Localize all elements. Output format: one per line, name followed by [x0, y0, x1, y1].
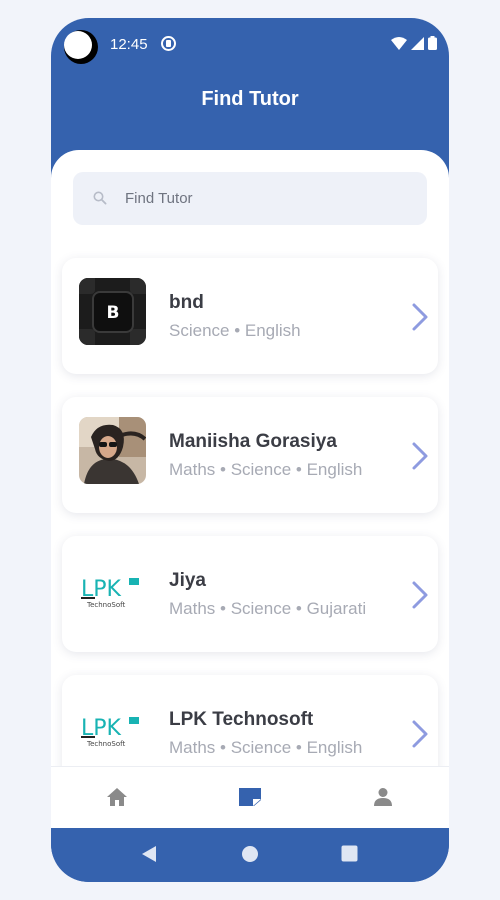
chevron-right-icon[interactable]: [410, 302, 430, 332]
profile-photo: [79, 417, 146, 484]
home-circle-icon[interactable]: [241, 845, 259, 863]
search-input[interactable]: [125, 172, 415, 225]
tutor-name: Maniisha Gorasiya: [169, 431, 337, 452]
camera-cutout: [64, 30, 98, 64]
nav-home[interactable]: [97, 777, 137, 817]
tutor-avatar: B: [79, 278, 146, 345]
svg-text:B: B: [107, 303, 120, 323]
nav-profile[interactable]: [363, 777, 403, 817]
search-bar[interactable]: [73, 172, 427, 225]
phone-frame: 12:45 Find Tutor Find Tutor B bnd Scienc…: [51, 18, 449, 882]
app-notification-icon: [161, 36, 176, 51]
tutor-avatar: LPK TechnoSoft: [79, 695, 146, 762]
main-content: B bnd Science • English: [51, 150, 449, 828]
tutor-card[interactable]: LPK TechnoSoft Jiya Maths • Science • Gu…: [62, 536, 438, 652]
nav-tutors[interactable]: [230, 777, 270, 817]
status-icons: [391, 36, 437, 50]
battery-icon: [428, 36, 437, 50]
chevron-right-icon[interactable]: [410, 719, 430, 749]
signal-icon: [411, 36, 424, 50]
tutor-name: LPK Technosoft: [169, 709, 314, 730]
tutor-card[interactable]: B bnd Science • English: [62, 258, 438, 374]
search-icon: [93, 191, 107, 205]
person-icon: [374, 788, 392, 806]
tutor-avatar: [79, 417, 146, 484]
page-title: Find Tutor: [201, 88, 299, 110]
bottom-navigation: [51, 766, 449, 828]
tutor-subjects: Maths • Science • English: [169, 738, 363, 757]
svg-text:TechnoSoft: TechnoSoft: [86, 740, 125, 748]
status-time: 12:45: [110, 36, 148, 53]
system-navigation-bar: [51, 828, 449, 882]
home-icon: [107, 788, 127, 806]
tutor-subjects: Science • English: [169, 321, 301, 340]
tutor-subjects: Maths • Science • Gujarati: [169, 599, 367, 618]
tutor-avatar: LPK TechnoSoft: [79, 556, 146, 623]
status-bar: 12:45: [51, 18, 449, 70]
back-icon[interactable]: [141, 845, 157, 863]
keyboard-key-b-image: B: [79, 278, 146, 345]
lpk-technosoft-logo: LPK TechnoSoft: [79, 695, 146, 762]
wifi-icon: [391, 36, 407, 50]
tutor-card[interactable]: Maniisha Gorasiya Maths • Science • Engl…: [62, 397, 438, 513]
lpk-technosoft-logo: LPK TechnoSoft: [79, 556, 146, 623]
chevron-right-icon[interactable]: [410, 580, 430, 610]
note-icon: [239, 788, 261, 806]
tutor-subjects: Maths • Science • English: [169, 460, 363, 479]
svg-text:TechnoSoft: TechnoSoft: [86, 601, 125, 609]
recents-icon[interactable]: [341, 845, 358, 862]
tutor-name: bnd: [169, 292, 204, 313]
chevron-right-icon[interactable]: [410, 441, 430, 471]
tutor-name: Jiya: [169, 570, 206, 591]
